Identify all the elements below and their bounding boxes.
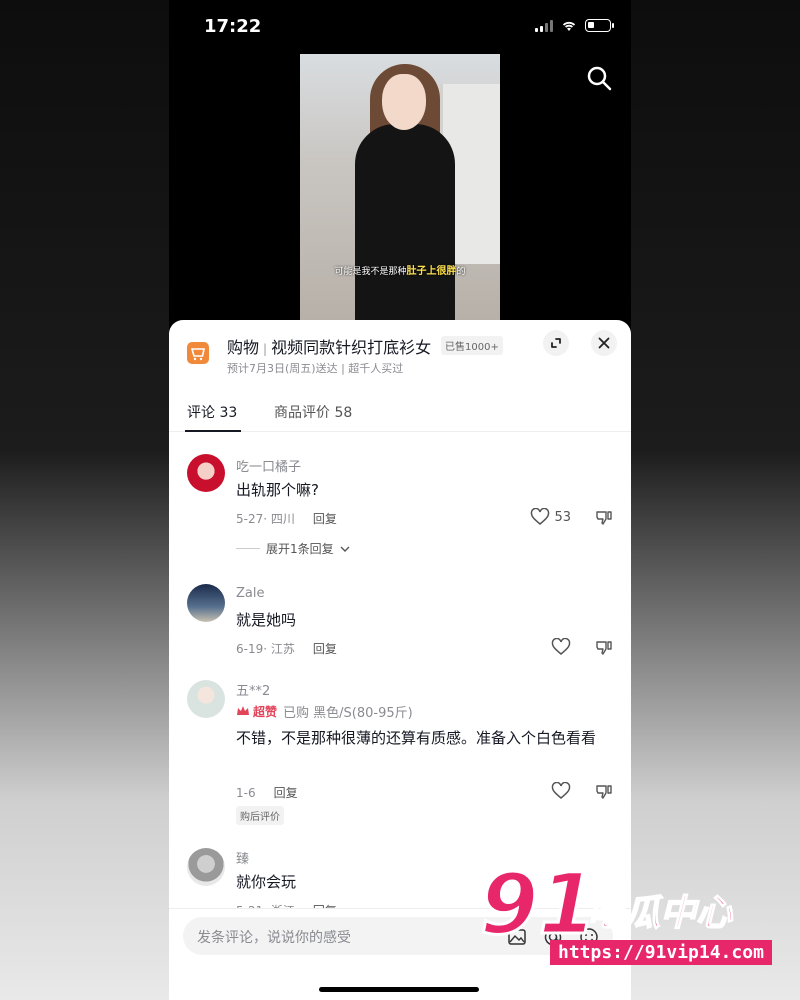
comment-author[interactable]: 臻: [236, 848, 249, 867]
reply-button[interactable]: 回复: [274, 786, 298, 800]
battery-icon: [585, 19, 614, 32]
close-button[interactable]: [591, 330, 617, 356]
crown-icon: [237, 706, 249, 715]
close-icon: [598, 337, 610, 349]
tab-bar: 评论 33 商品评价 58: [169, 392, 631, 432]
status-time: 17:22: [204, 16, 262, 37]
video-player[interactable]: 可能是我不是那种肚子上很胖的: [300, 54, 500, 324]
home-indicator: [319, 987, 479, 992]
heart-icon: [531, 508, 550, 525]
reply-button[interactable]: 回复: [313, 642, 337, 656]
post-purchase-tag: 购后评价: [236, 806, 284, 825]
search-icon[interactable]: [585, 64, 613, 92]
product-title-row: 购物 | 视频同款针织打底衫女: [227, 334, 431, 358]
expand-icon: [551, 338, 561, 348]
subtitle-highlight: 肚子上很胖: [406, 266, 457, 277]
watermark-number: 91: [479, 855, 599, 953]
comment-date-location: 5-27· 四川: [236, 512, 295, 526]
avatar[interactable]: [187, 680, 225, 718]
product-title: 视频同款针织打底衫女: [271, 338, 432, 357]
video-person-body: [355, 124, 455, 324]
watermark-logo: 91 吃瓜中心 https://91vip14.com: [479, 855, 780, 982]
wifi-icon: [562, 21, 576, 31]
chevron-down-icon: [340, 546, 350, 552]
comment-text: 就是她吗: [236, 611, 297, 629]
comment-text: 出轨那个嘛?: [236, 481, 319, 499]
expand-replies-label: 展开1条回复: [266, 542, 334, 556]
expand-button[interactable]: [543, 330, 569, 356]
comment-date-location: 6-19· 江苏: [236, 642, 295, 656]
super-like-badge: 超赞: [236, 703, 277, 720]
comment-text: 不错，不是那种很薄的还算有质感。准备入个白色看看: [236, 729, 597, 747]
comment-author[interactable]: 吃一口橘子: [236, 456, 301, 475]
tab-comments[interactable]: 评论 33: [187, 402, 237, 422]
avatar[interactable]: [187, 848, 225, 886]
tab-product-reviews[interactable]: 商品评价 58: [274, 402, 352, 422]
phone-screen: 17:22 可能是我不是那种肚子上很胖的 购物 | 视频同款针织打底衫女 已售100…: [169, 0, 631, 1000]
delivery-info: 预计7月3日(周五)送达 | 超千人买过: [227, 362, 404, 375]
watermark-url: https://91vip14.com: [550, 940, 772, 965]
heart-icon: [551, 782, 571, 799]
like-button[interactable]: 53: [530, 508, 571, 526]
product-category: 购物: [227, 338, 260, 357]
subtitle-suffix: 的: [456, 267, 466, 277]
signal-icon: [535, 19, 553, 32]
comment-author[interactable]: 五**2: [236, 680, 270, 699]
video-person-face: [382, 74, 426, 130]
comment-meta: 5-27· 四川 回复: [236, 510, 337, 527]
shopping-cart-icon: [187, 342, 209, 364]
product-card[interactable]: 购物 | 视频同款针织打底衫女 已售1000+ 预计7月3日(周五)送达 | 超千人…: [169, 320, 631, 380]
video-subtitle: 可能是我不是那种肚子上很胖的: [300, 262, 500, 277]
expand-replies[interactable]: 展开1条回复: [236, 540, 350, 557]
like-count: 53: [554, 509, 571, 525]
heart-icon: [551, 638, 571, 655]
purchased-variant: 已购 黑色/S(80-95斤): [283, 706, 413, 721]
watermark-text: 吃瓜中心: [587, 892, 733, 935]
comment-date: 1-6: [236, 786, 256, 800]
status-bar: 17:22: [169, 0, 631, 54]
status-icons: [535, 19, 614, 32]
dislike-icon[interactable]: [595, 509, 613, 527]
sold-badge: 已售1000+: [441, 336, 503, 355]
subtitle-prefix: 可能是我不是那种: [334, 267, 407, 277]
comment-input-placeholder: 发条评论，说说你的感受: [197, 930, 351, 946]
dislike-icon[interactable]: [595, 783, 613, 801]
avatar[interactable]: [187, 584, 225, 622]
like-button[interactable]: [551, 638, 571, 656]
comment-meta: 1-6 回复: [236, 784, 298, 801]
comment-badges: 超赞 已购 黑色/S(80-95斤): [236, 702, 413, 721]
avatar[interactable]: [187, 454, 225, 492]
comment-meta: 6-19· 江苏 回复: [236, 640, 337, 657]
title-separator: |: [263, 342, 268, 356]
tab-underline: [185, 430, 241, 432]
comment-author[interactable]: Zale: [236, 586, 264, 601]
super-like-label: 超赞: [253, 704, 278, 719]
reply-button[interactable]: 回复: [313, 512, 337, 526]
like-button[interactable]: [551, 782, 571, 800]
dislike-icon[interactable]: [595, 639, 613, 657]
